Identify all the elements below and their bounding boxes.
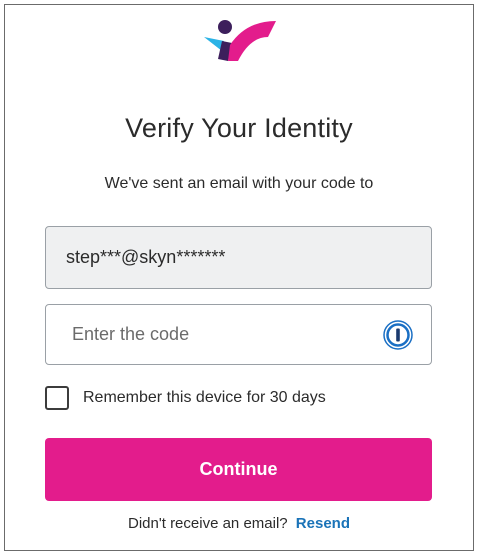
continue-button[interactable]: Continue — [45, 438, 432, 501]
email-value: step***@skyn******* — [66, 247, 226, 267]
remember-label: Remember this device for 30 days — [83, 389, 326, 406]
code-input[interactable] — [72, 314, 372, 355]
resend-link[interactable]: Resend — [296, 515, 350, 532]
resend-row: Didn't receive an email? Resend — [0, 515, 478, 532]
remember-device-row[interactable]: Remember this device for 30 days — [45, 386, 326, 410]
email-sent-text: We've sent an email with your code to — [104, 175, 374, 192]
code-field[interactable] — [45, 304, 432, 365]
brand-logo-icon — [204, 20, 276, 61]
resend-prompt: Didn't receive an email? — [128, 515, 288, 532]
page-title: Verify Your Identity — [125, 113, 353, 143]
email-display: step***@skyn******* — [45, 226, 432, 289]
password-manager-icon[interactable] — [383, 320, 413, 350]
remember-checkbox[interactable] — [45, 386, 69, 410]
